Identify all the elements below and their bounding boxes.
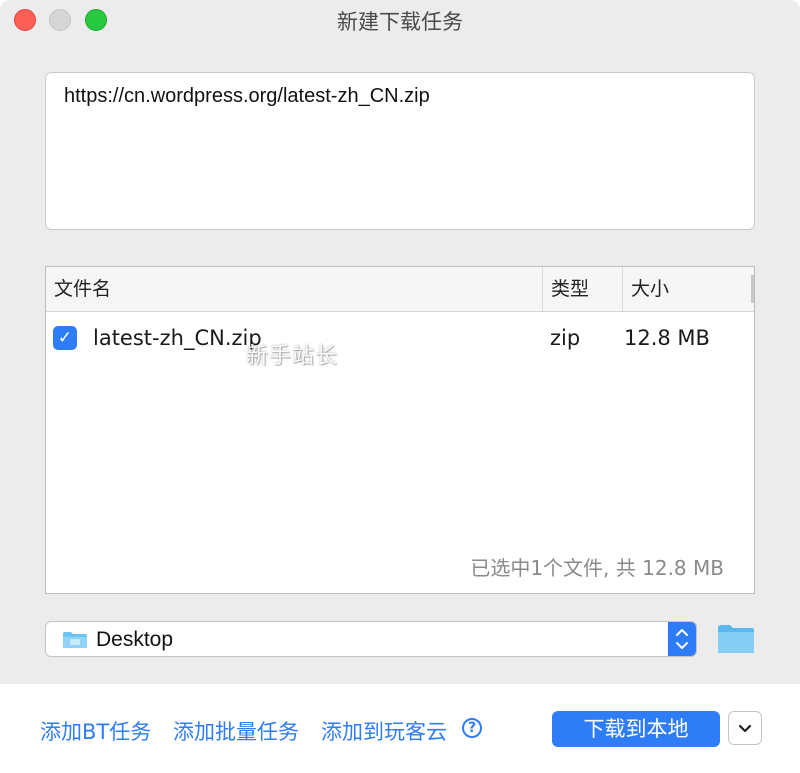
file-table: 文件名 类型 大小 ✓ latest-zh_CN.zip zip 12.8 MB… (45, 266, 755, 594)
file-type: zip (550, 326, 581, 350)
file-size: 12.8 MB (624, 326, 710, 350)
footer-bar: 添加BT任务 添加批量任务 添加到玩客云 ? 下载到本地 (0, 684, 800, 773)
file-name: latest-zh_CN.zip (93, 326, 262, 350)
window-title: 新建下载任务 (337, 10, 463, 34)
table-row[interactable]: ✓ latest-zh_CN.zip zip 12.8 MB (46, 321, 754, 357)
selection-summary: 已选中1个文件, 共 12.8 MB (470, 556, 724, 580)
folder-icon (63, 632, 87, 648)
column-resize-handle[interactable] (751, 275, 754, 303)
add-bt-task-link[interactable]: 添加BT任务 (40, 716, 151, 746)
column-header-size[interactable]: 大小 (622, 267, 754, 311)
watermark: 新手站长 (246, 344, 339, 369)
add-to-cloud-link[interactable]: 添加到玩客云 (321, 716, 447, 746)
chevron-down-icon (738, 724, 752, 733)
browse-folder-button[interactable] (716, 623, 756, 655)
add-batch-task-link[interactable]: 添加批量任务 (173, 716, 299, 746)
download-task-window: 新建下载任务 https://cn.wordpress.org/latest-z… (0, 0, 800, 773)
save-location-select[interactable]: Desktop (45, 621, 697, 657)
save-location-label: Desktop (96, 628, 174, 651)
help-icon[interactable]: ? (462, 718, 482, 738)
table-header: 文件名 类型 大小 (46, 267, 754, 312)
url-input[interactable]: https://cn.wordpress.org/latest-zh_CN.zi… (45, 72, 755, 230)
download-local-button[interactable]: 下载到本地 (552, 711, 720, 747)
column-header-type[interactable]: 类型 (542, 267, 622, 311)
title-bar: 新建下载任务 (0, 0, 800, 40)
download-options-button[interactable] (728, 711, 762, 745)
column-header-name[interactable]: 文件名 (46, 267, 542, 311)
chevron-updown-icon[interactable] (668, 622, 696, 656)
file-select-checkbox[interactable]: ✓ (53, 326, 77, 350)
